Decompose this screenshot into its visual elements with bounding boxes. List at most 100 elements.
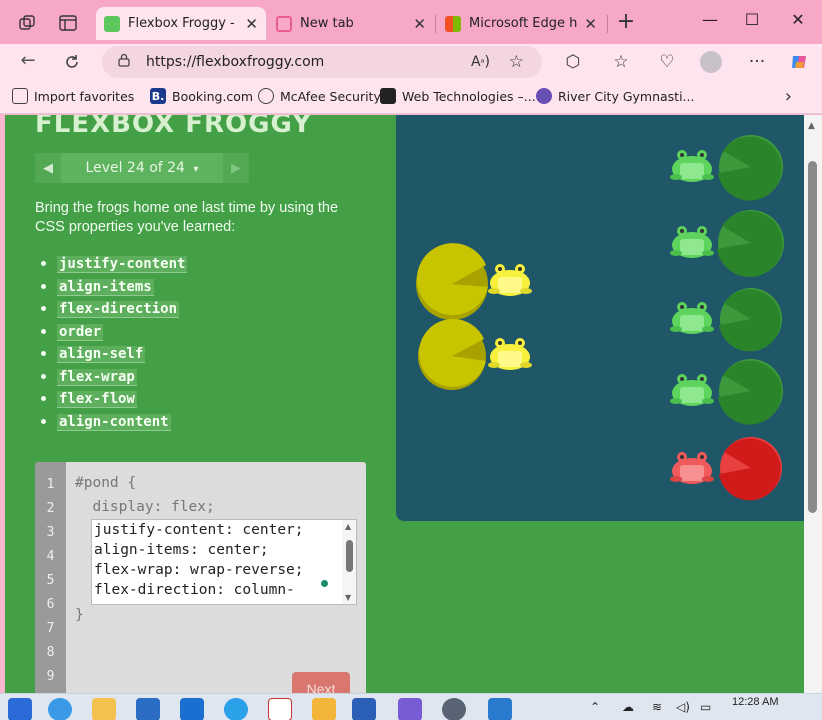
favorite-label: Import favorites — [34, 88, 135, 104]
copilot-icon[interactable] — [786, 49, 812, 75]
tab-title: Flexbox Froggy - A g — [128, 16, 239, 31]
favorite-mcafee[interactable]: McAfee Security — [258, 88, 381, 104]
gym-icon — [536, 88, 552, 104]
lilypad-green — [718, 359, 783, 425]
scroll-down-icon[interactable]: ▼ — [345, 593, 351, 602]
close-tab-icon[interactable]: ✕ — [584, 15, 597, 33]
address-bar[interactable]: https://flexboxfroggy.com Aᵃ) ☆ — [102, 46, 542, 78]
favorites-icon[interactable]: ☆ — [608, 49, 634, 75]
file-explorer-icon[interactable] — [92, 698, 116, 720]
list-item: align-items — [40, 276, 187, 299]
workspaces-icon[interactable] — [16, 12, 38, 34]
browser-toolbar: ← https://flexboxfroggy.com Aᵃ) ☆ ⬡ ☆ ♡ … — [0, 44, 822, 80]
pond-scene — [416, 135, 784, 501]
scrollbar-thumb[interactable] — [808, 161, 817, 513]
property-code[interactable]: align-items — [57, 278, 154, 296]
level-indicator[interactable]: Level 24 of 24 ▾ — [61, 160, 223, 176]
frog-green — [670, 226, 714, 258]
list-item: order — [40, 321, 187, 344]
taskbar-clock[interactable]: 12:28 AM — [732, 696, 778, 708]
gmail-icon[interactable] — [268, 698, 292, 720]
next-level-button[interactable]: ▶ — [223, 153, 249, 183]
level-instructions: Bring the frogs home one last time by us… — [35, 200, 339, 235]
line-number: 7 — [46, 621, 55, 636]
list-item: justify-content — [40, 253, 188, 276]
url-text[interactable]: https://flexboxfroggy.com — [146, 54, 324, 70]
browser-essentials-icon[interactable]: ♡ — [654, 49, 680, 75]
tab-new-tab[interactable]: New tab ✕ — [268, 7, 434, 40]
favorite-import[interactable]: Import favorites — [12, 88, 134, 104]
minimize-button[interactable]: — — [698, 10, 722, 34]
previous-level-button[interactable]: ◀ — [35, 153, 61, 183]
wifi-icon[interactable]: ≋ — [652, 700, 662, 714]
page-scrollbar[interactable]: ▲ — [804, 115, 822, 693]
myhp-icon[interactable] — [180, 698, 204, 720]
froggy-favicon-icon — [104, 15, 120, 32]
maximize-button[interactable]: ☐ — [740, 10, 764, 34]
vertical-tabs-icon[interactable] — [57, 12, 79, 34]
new-tab-favicon-icon — [276, 15, 292, 32]
close-window-button[interactable]: ✕ — [786, 10, 810, 34]
line-number: 9 — [46, 669, 55, 684]
favorite-label: River City Gymnasti... — [558, 88, 695, 104]
onedrive-icon[interactable]: ☁ — [622, 700, 634, 714]
favorite-web-technologies[interactable]: Web Technologies –... — [380, 88, 536, 104]
close-tab-icon[interactable]: ✕ — [413, 15, 426, 33]
chevron-right-icon[interactable]: › — [785, 86, 792, 107]
favorite-star-icon[interactable]: ☆ — [509, 52, 524, 72]
calculator-icon[interactable] — [488, 698, 512, 720]
list-item: flex-wrap — [40, 366, 187, 389]
favorite-river-city-gym[interactable]: River City Gymnasti... — [536, 88, 694, 104]
favorite-label: Booking.com — [172, 88, 254, 104]
windows-start-icon[interactable] — [8, 698, 32, 720]
windows-taskbar: ⌃ ☁ ≋ ◁) ▭ 12:28 AM — [0, 693, 822, 720]
favorite-booking[interactable]: B. Booking.com — [150, 88, 253, 104]
scroll-up-icon[interactable]: ▲ — [808, 121, 815, 131]
settings-more-icon[interactable]: ··· — [744, 49, 770, 75]
tab-title: Microsoft Edge help — [469, 16, 578, 31]
book-icon — [380, 88, 396, 104]
chevron-up-icon[interactable]: ⌃ — [590, 700, 600, 714]
next-button[interactable]: Next — [292, 672, 350, 693]
property-code[interactable]: justify-content — [57, 256, 188, 273]
lilypad-green — [718, 135, 783, 201]
app-icon[interactable] — [224, 698, 248, 720]
resize-grip-icon[interactable] — [321, 580, 328, 587]
tab-flexbox-froggy[interactable]: Flexbox Froggy - A g ✕ — [96, 7, 266, 40]
new-tab-button[interactable]: + — [614, 11, 638, 35]
property-code[interactable]: align-self — [57, 346, 146, 363]
lilypad-green — [719, 288, 782, 352]
extensions-icon[interactable]: ⬡ — [560, 49, 586, 75]
list-item: flex-direction — [40, 298, 187, 321]
line-number: 1 — [46, 477, 55, 492]
favorite-label: McAfee Security — [280, 88, 381, 104]
property-code[interactable]: flex-direction — [57, 301, 180, 318]
property-code[interactable]: align-content — [57, 413, 171, 431]
scrollbar-thumb[interactable] — [346, 540, 353, 572]
app-icon[interactable] — [398, 698, 422, 720]
back-button[interactable]: ← — [16, 50, 40, 74]
lock-icon[interactable] — [118, 53, 132, 71]
property-code[interactable]: flex-flow — [57, 391, 137, 408]
notes-icon[interactable] — [312, 698, 336, 720]
list-item: align-content — [40, 411, 187, 434]
store-icon[interactable] — [136, 698, 160, 720]
property-code[interactable]: flex-wrap — [57, 368, 137, 386]
tab-edge-help[interactable]: Microsoft Edge help ✕ — [437, 7, 605, 40]
code-fixed-line: display: flex; — [75, 499, 215, 515]
volume-icon[interactable]: ◁) — [676, 700, 690, 714]
scroll-up-icon[interactable]: ▲ — [345, 522, 351, 531]
battery-icon[interactable]: ▭ — [700, 700, 711, 714]
profile-icon[interactable] — [698, 49, 724, 75]
word-icon[interactable] — [352, 698, 376, 720]
close-tab-icon[interactable]: ✕ — [245, 15, 258, 33]
read-aloud-icon[interactable]: Aᵃ) — [471, 54, 490, 70]
lilypad-green — [717, 210, 784, 278]
edge-taskbar-icon[interactable] — [48, 698, 72, 720]
code-input-scrollbar[interactable]: ▲ ▼ — [342, 520, 356, 604]
refresh-button[interactable] — [60, 50, 84, 74]
property-code[interactable]: order — [57, 323, 104, 341]
settings-gear-icon[interactable] — [442, 698, 466, 720]
code-input[interactable]: justify-content: center; align-items: ce… — [91, 519, 357, 605]
code-close: } — [75, 607, 84, 623]
